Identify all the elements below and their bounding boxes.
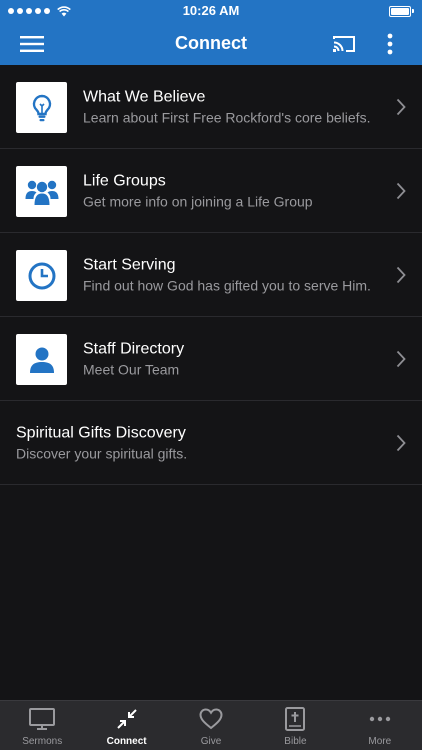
tab-bible[interactable]: Bible (253, 701, 337, 750)
group-icon (25, 180, 58, 205)
item-icon-box (16, 334, 67, 385)
tab-give[interactable]: Give (169, 701, 253, 750)
heart-icon (199, 708, 223, 730)
bible-icon (285, 707, 306, 731)
list-item-spiritual-gifts[interactable]: Spiritual Gifts Discovery Discover your … (0, 401, 422, 485)
item-subtitle: Learn about First Free Rockford's core b… (83, 109, 371, 125)
tab-connect[interactable]: Connect (84, 701, 168, 750)
item-text: What We Believe Learn about First Free R… (83, 87, 378, 126)
list-item-staff-directory[interactable]: Staff Directory Meet Our Team (0, 317, 422, 401)
hamburger-menu-icon (20, 35, 44, 52)
list-item-what-we-believe[interactable]: What We Believe Learn about First Free R… (0, 65, 422, 149)
chevron-right-icon (396, 350, 406, 367)
cast-button[interactable] (322, 22, 366, 65)
item-title: Life Groups (83, 172, 166, 189)
overflow-menu-button[interactable] (372, 22, 408, 65)
item-icon-box (16, 166, 67, 217)
tab-label: More (368, 736, 392, 747)
tab-label: Bible (284, 736, 307, 747)
menu-button[interactable] (10, 22, 54, 65)
more-dots-icon (369, 716, 391, 722)
item-text: Spiritual Gifts Discovery Discover your … (16, 423, 378, 462)
item-text: Staff Directory Meet Our Team (83, 339, 378, 378)
cast-icon (333, 35, 355, 52)
tab-more[interactable]: More (338, 701, 422, 750)
item-icon-box (16, 82, 67, 133)
nav-bar: Connect (0, 22, 422, 65)
item-text: Start Serving Find out how God has gifte… (83, 255, 378, 294)
item-title: Start Serving (83, 256, 176, 273)
connect-list: What We Believe Learn about First Free R… (0, 65, 422, 485)
item-icon-box (16, 250, 67, 301)
list-item-life-groups[interactable]: Life Groups Get more info on joining a L… (0, 149, 422, 233)
chevron-right-icon (396, 98, 406, 115)
chevron-right-icon (396, 182, 406, 199)
list-item-start-serving[interactable]: Start Serving Find out how God has gifte… (0, 233, 422, 317)
item-text: Life Groups Get more info on joining a L… (83, 171, 378, 210)
person-icon (29, 347, 54, 373)
item-subtitle: Meet Our Team (83, 361, 180, 377)
tab-label: Connect (106, 736, 147, 747)
chevron-right-icon (396, 434, 406, 451)
status-time: 10:26 AM (182, 3, 240, 18)
tv-icon (29, 708, 56, 730)
item-title: What We Believe (83, 88, 206, 105)
chevron-right-icon (396, 266, 406, 283)
lightbulb-icon (32, 94, 51, 121)
item-subtitle: Get more info on joining a Life Group (83, 193, 313, 209)
connect-arrows-icon (116, 709, 137, 729)
item-title: Spiritual Gifts Discovery (16, 424, 186, 441)
tab-label: Sermons (22, 736, 63, 747)
tab-sermons[interactable]: Sermons (0, 701, 84, 750)
tab-bar: Sermons Connect Give Bible More (0, 700, 422, 750)
clock-icon (28, 262, 55, 289)
status-bar: 10:26 AM (0, 0, 422, 22)
vertical-dots-icon (387, 33, 393, 54)
tab-label: Give (200, 736, 222, 747)
item-title: Staff Directory (83, 340, 185, 357)
item-subtitle: Discover your spiritual gifts. (16, 445, 188, 461)
item-subtitle: Find out how God has gifted you to serve… (83, 277, 371, 293)
